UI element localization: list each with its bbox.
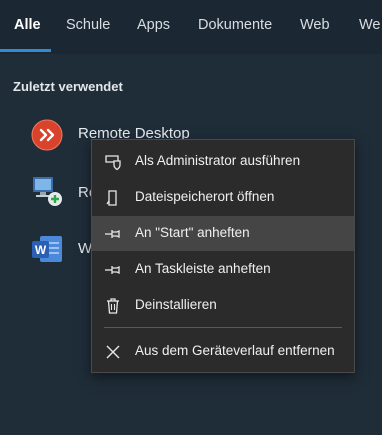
- word-icon: W: [30, 232, 64, 266]
- search-filter-tabs: Alle Schule Apps Dokumente Web We: [0, 0, 382, 54]
- start-search-panel: Alle Schule Apps Dokumente Web We Zuletz…: [0, 0, 382, 435]
- menu-item-label: Aus dem Geräteverlauf entfernen: [135, 343, 335, 358]
- svg-text:W: W: [35, 243, 47, 257]
- menu-item-label: Deinstallieren: [135, 297, 217, 312]
- recent-heading: Zuletzt verwendet: [13, 79, 123, 94]
- trash-icon: [104, 297, 122, 315]
- tab-apps[interactable]: Apps: [137, 17, 170, 33]
- active-tab-indicator: [0, 49, 51, 52]
- menu-item-uninstall[interactable]: Deinstallieren: [92, 288, 354, 323]
- menu-item-label: Dateispeicherort öffnen: [135, 189, 275, 204]
- tab-more[interactable]: We: [359, 17, 381, 33]
- tab-documents[interactable]: Dokumente: [198, 17, 272, 33]
- tab-all[interactable]: Alle: [14, 17, 41, 33]
- menu-item-pin-to-start[interactable]: An "Start" anheften: [92, 216, 354, 251]
- menu-item-label: Als Administrator ausführen: [135, 153, 301, 168]
- computer-network-icon: [30, 174, 64, 208]
- menu-item-run-as-admin[interactable]: Als Administrator ausführen: [92, 144, 354, 179]
- menu-item-remove-from-history[interactable]: Aus dem Geräteverlauf entfernen: [92, 334, 354, 369]
- pin-icon: [104, 261, 122, 279]
- menu-item-pin-to-taskbar[interactable]: An Taskleiste anheften: [92, 252, 354, 287]
- remote-desktop-icon: [30, 118, 64, 152]
- file-location-icon: [104, 189, 122, 207]
- pin-icon: [104, 225, 122, 243]
- tab-school[interactable]: Schule: [66, 17, 110, 33]
- menu-item-label: An Taskleiste anheften: [135, 261, 271, 276]
- menu-separator: [104, 327, 342, 328]
- admin-shield-icon: [104, 153, 122, 171]
- close-icon: [104, 343, 122, 361]
- menu-item-label: An "Start" anheften: [135, 225, 250, 240]
- menu-item-open-file-location[interactable]: Dateispeicherort öffnen: [92, 180, 354, 215]
- tab-web[interactable]: Web: [300, 17, 330, 33]
- context-menu: Als Administrator ausführen Dateispeiche…: [91, 139, 355, 373]
